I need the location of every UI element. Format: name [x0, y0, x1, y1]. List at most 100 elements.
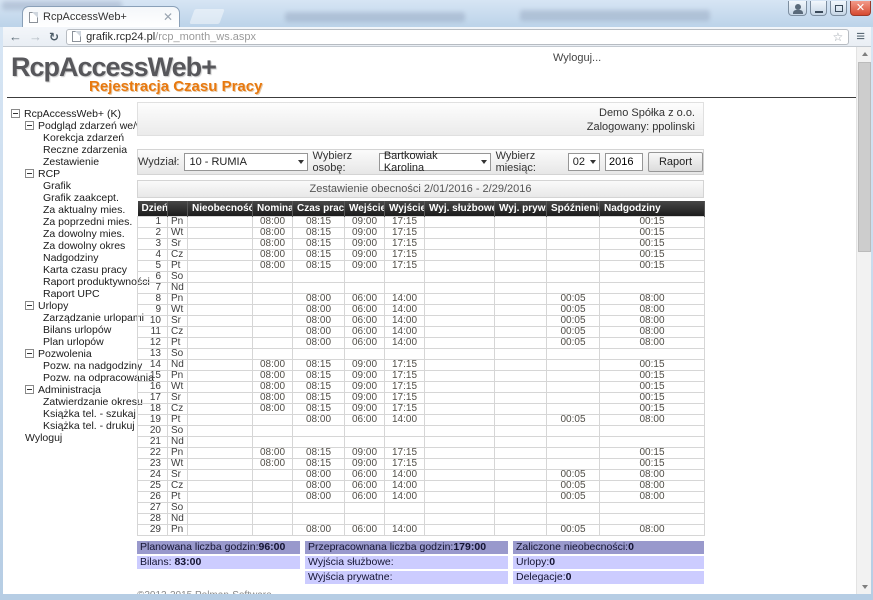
new-tab-button[interactable]: [189, 9, 224, 24]
sidebar-item[interactable]: Bilans urlopów: [9, 324, 131, 336]
sidebar-item[interactable]: Zarządzanie urlopami: [9, 312, 131, 324]
minimize-button[interactable]: [810, 1, 827, 16]
table-cell: [188, 404, 253, 415]
menu-icon[interactable]: ≡: [856, 30, 865, 44]
table-cell: So: [168, 503, 188, 514]
table-cell: [253, 503, 293, 514]
table-cell: [495, 448, 547, 459]
table-cell: [495, 349, 547, 360]
column-header: Spóźnienie: [547, 201, 600, 217]
table-cell: [188, 459, 253, 470]
column-header: [168, 201, 188, 217]
table-row: 9Wt08:0006:0014:0000:0508:00: [138, 305, 705, 316]
back-button[interactable]: ←: [9, 29, 22, 45]
wydzial-select[interactable]: 10 - RUMIA: [184, 153, 307, 171]
table-row: 29Pn08:0006:0014:0000:0508:00: [138, 525, 705, 536]
collapse-icon[interactable]: [11, 109, 20, 118]
collapse-icon[interactable]: [25, 349, 34, 358]
collapse-icon[interactable]: [25, 385, 34, 394]
table-cell: [188, 393, 253, 404]
table-row: 11Cz08:0006:0014:0000:0508:00: [138, 327, 705, 338]
sidebar-item[interactable]: Karta czasu pracy: [9, 264, 131, 276]
summary-value: 0: [628, 541, 634, 553]
osoba-label: Wybierz osobę:: [313, 150, 374, 174]
maximize-button[interactable]: [830, 1, 847, 16]
sidebar-item[interactable]: Korekcja zdarzeń: [9, 132, 131, 144]
table-cell: [253, 437, 293, 448]
sidebar-item[interactable]: Raport produktywności: [9, 276, 131, 288]
browser-tab[interactable]: RcpAccessWeb+ ✕: [22, 6, 180, 27]
minimize-icon: [815, 11, 823, 13]
sidebar-item[interactable]: Administracja: [9, 384, 131, 396]
table-cell: 00:05: [547, 294, 600, 305]
close-button[interactable]: ✕: [850, 1, 871, 16]
collapse-icon[interactable]: [25, 301, 34, 310]
raport-button[interactable]: Raport: [648, 152, 703, 172]
chevron-down-icon: [481, 160, 487, 164]
osoba-select[interactable]: Bartkowiak Karolina: [379, 153, 491, 171]
logout-link[interactable]: Wyloguj...: [553, 52, 601, 64]
sidebar-item[interactable]: Za aktualny mies.: [9, 204, 131, 216]
column-header: Czas pracy: [293, 201, 345, 217]
table-cell: 08:00: [253, 239, 293, 250]
sidebar-item[interactable]: Zestawienie: [9, 156, 131, 168]
sidebar-item[interactable]: Pozw. na nadgodziny: [9, 360, 131, 372]
sidebar-item[interactable]: Książka tel. - szukaj: [9, 408, 131, 420]
sidebar-item[interactable]: Za dowolny okres: [9, 240, 131, 252]
address-bar[interactable]: grafik.rcp24.pl/rcp_month_ws.aspx ☆: [66, 29, 849, 45]
table-cell: 06:00: [345, 327, 385, 338]
collapse-icon[interactable]: [25, 169, 34, 178]
reload-button[interactable]: ↻: [49, 30, 59, 44]
sidebar-item[interactable]: Grafik: [9, 180, 131, 192]
summary-label: Delegacje:: [516, 571, 566, 583]
collapse-icon[interactable]: [25, 121, 34, 130]
filter-bar: Wydział: 10 - RUMIA Wybierz osobę: Bartk…: [137, 149, 704, 175]
table-cell: 08:00: [293, 492, 345, 503]
table-cell: 00:05: [547, 316, 600, 327]
scroll-up-icon[interactable]: [857, 47, 871, 61]
table-cell: [495, 272, 547, 283]
year-input[interactable]: [605, 153, 643, 171]
sidebar-item[interactable]: Książka tel. - drukuj: [9, 420, 131, 432]
sidebar-item[interactable]: Za dowolny mies.: [9, 228, 131, 240]
table-cell: [253, 316, 293, 327]
sidebar-item[interactable]: Zatwierdzanie okresu: [9, 396, 131, 408]
sidebar-item[interactable]: Nadgodziny: [9, 252, 131, 264]
sidebar-item[interactable]: RcpAccessWeb+ (K): [9, 108, 131, 120]
table-cell: 08:00: [600, 525, 705, 536]
sidebar-item[interactable]: Podgląd zdarzeń we/wy: [9, 120, 131, 132]
table-cell: [188, 261, 253, 272]
forward-button[interactable]: →: [29, 29, 42, 45]
sidebar-item[interactable]: Za poprzedni mies.: [9, 216, 131, 228]
sidebar-item[interactable]: Pozwolenia: [9, 348, 131, 360]
sidebar-item[interactable]: Reczne zdarzenia: [9, 144, 131, 156]
table-cell: 00:15: [600, 404, 705, 415]
sidebar-item[interactable]: Urlopy: [9, 300, 131, 312]
sidebar-item-label: Raport UPC: [43, 288, 100, 300]
sidebar-item[interactable]: Wyloguj: [9, 432, 131, 444]
table-cell: 08:00: [600, 470, 705, 481]
bookmark-star-icon[interactable]: ☆: [832, 30, 843, 44]
month-select[interactable]: 02: [568, 153, 600, 171]
table-cell: Nd: [168, 283, 188, 294]
summary-row: Zaliczone nieobecności:0: [513, 541, 704, 554]
tab-close-icon[interactable]: ✕: [163, 12, 173, 22]
table-row: 10Sr08:0006:0014:0000:0508:00: [138, 316, 705, 327]
table-cell: 11: [138, 327, 168, 338]
scrollbar-thumb[interactable]: [858, 62, 871, 252]
table-cell: [425, 470, 495, 481]
sidebar-item[interactable]: Grafik zaakcept.: [9, 192, 131, 204]
sidebar-item-label: RCP: [38, 168, 60, 180]
sidebar-item[interactable]: Raport UPC: [9, 288, 131, 300]
profile-button[interactable]: [788, 1, 807, 16]
sidebar-item[interactable]: RCP: [9, 168, 131, 180]
table-cell: [425, 514, 495, 525]
month-selected-value: 02: [573, 156, 585, 168]
table-cell: 06:00: [345, 305, 385, 316]
scroll-down-icon[interactable]: [857, 580, 871, 594]
sidebar-item[interactable]: Pozw. na odpracowania: [9, 372, 131, 384]
page-scrollbar[interactable]: [856, 47, 871, 594]
table-cell: 08:15: [293, 371, 345, 382]
app-logo-title: RcpAccessWeb+: [11, 54, 871, 80]
sidebar-item[interactable]: Plan urlopów: [9, 336, 131, 348]
